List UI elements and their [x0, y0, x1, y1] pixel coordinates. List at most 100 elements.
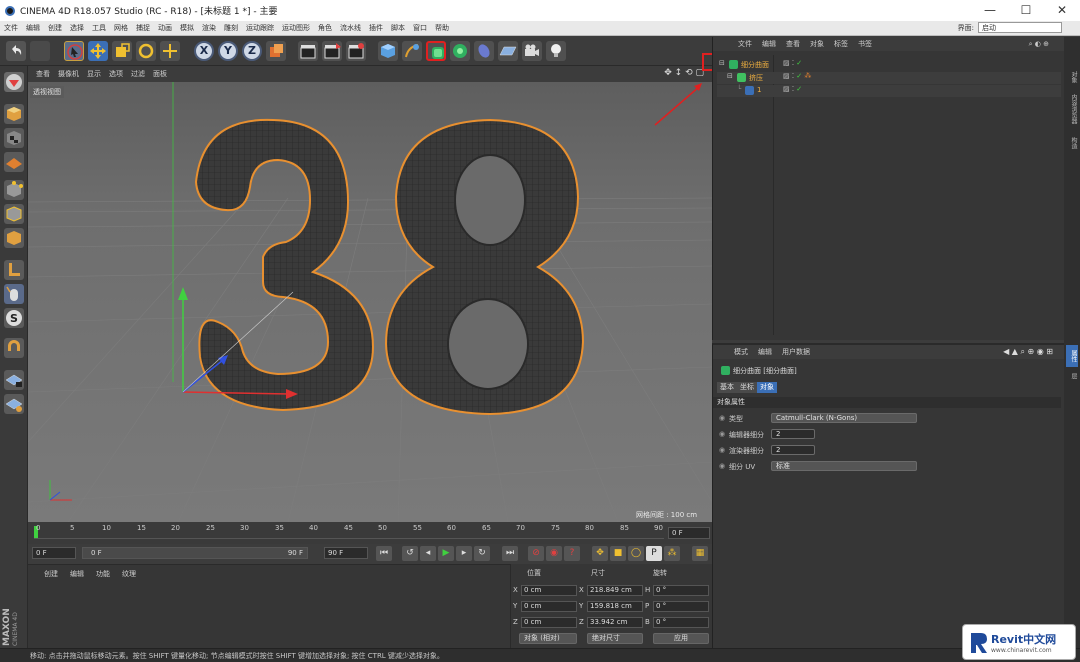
material-menu-create[interactable]: 创建 — [38, 569, 64, 579]
prev-frame-button[interactable]: ◂ — [420, 546, 436, 561]
menu-select[interactable]: 选择 — [66, 23, 88, 33]
rotate-button[interactable] — [136, 41, 156, 61]
tweak-mode-button[interactable] — [4, 284, 24, 304]
camera-button[interactable] — [522, 41, 542, 61]
object-row-text[interactable]: └ 1 ▨ ⁚ ✓ — [717, 85, 1061, 97]
cube-button[interactable] — [378, 41, 398, 61]
next-frame-button[interactable]: ▸ — [456, 546, 472, 561]
maximize-button[interactable]: ☐ — [1008, 0, 1044, 21]
menu-tools[interactable]: 工具 — [88, 23, 110, 33]
objmgr-search-icon[interactable]: ⌕ ◐ ⊕ — [1024, 40, 1054, 49]
expand-icon[interactable]: ⊟ — [719, 59, 725, 67]
menu-window[interactable]: 窗口 — [409, 23, 431, 33]
size-x-field[interactable]: 218.849 cm — [587, 585, 643, 596]
preview-range-slider[interactable]: 0 F 90 F — [82, 547, 308, 559]
tab-coordinates[interactable]: 坐标 — [737, 382, 757, 393]
menu-help[interactable]: 帮助 — [431, 23, 453, 33]
menu-pipeline[interactable]: 流水线 — [336, 23, 365, 33]
rot-h-field[interactable]: 0 ° — [653, 585, 709, 596]
tab-object[interactable]: 对象 — [757, 382, 777, 393]
play-button[interactable]: ▶ — [438, 546, 454, 561]
menu-file[interactable]: 文件 — [0, 23, 22, 33]
viewport-menu-filter[interactable]: 过滤 — [127, 69, 149, 79]
minimize-button[interactable]: — — [972, 0, 1008, 21]
viewport-menu-cameras[interactable]: 摄像机 — [54, 69, 83, 79]
prop-editor-subdiv-field[interactable]: 2 — [771, 429, 815, 439]
make-editable-button[interactable] — [4, 72, 24, 92]
record-button[interactable]: ⊘ — [528, 546, 544, 561]
key-help-button[interactable]: ? — [564, 546, 580, 561]
attrmgr-menu-userdata[interactable]: 用户数据 — [777, 347, 815, 357]
deformer-button[interactable] — [474, 41, 494, 61]
floor-button[interactable] — [498, 41, 518, 61]
current-frame-field[interactable]: 0 F — [668, 527, 710, 539]
y-axis-button[interactable]: Y — [218, 41, 238, 61]
render-view-button[interactable] — [298, 41, 318, 61]
prop-radio-icon[interactable]: ◉ — [719, 430, 725, 438]
prev-key-button[interactable]: ↺ — [402, 546, 418, 561]
viewport-menu-options[interactable]: 选项 — [105, 69, 127, 79]
end-frame-field[interactable]: 90 F — [324, 547, 368, 559]
z-axis-button[interactable]: Z — [242, 41, 262, 61]
subdivision-surface-button[interactable] — [426, 41, 446, 61]
vtab-layers[interactable]: 层 — [1066, 369, 1078, 383]
redo-button[interactable] — [30, 41, 50, 61]
cloner-button[interactable] — [450, 41, 470, 61]
prop-radio-icon[interactable]: ◉ — [719, 414, 725, 422]
menu-render[interactable]: 渲染 — [198, 23, 220, 33]
objmgr-menu-edit[interactable]: 编辑 — [757, 39, 781, 49]
timeline-window-button[interactable]: ▦ — [692, 546, 708, 561]
key-scale-button[interactable]: ■ — [610, 546, 626, 561]
menu-animate[interactable]: 动画 — [154, 23, 176, 33]
viewport-menu-panel[interactable]: 面板 — [149, 69, 171, 79]
workplane-options-button[interactable] — [4, 394, 24, 414]
render-settings-button[interactable] — [346, 41, 366, 61]
visibility-toggle[interactable]: ▨ ⁚ ✓ — [783, 85, 802, 93]
material-menu-edit[interactable]: 编辑 — [64, 569, 90, 579]
viewport-menu-display[interactable]: 显示 — [83, 69, 105, 79]
close-button[interactable]: ✕ — [1044, 0, 1080, 21]
prop-type-dropdown[interactable]: Catmull-Clark (N-Gons) — [771, 413, 917, 423]
size-y-field[interactable]: 159.818 cm — [587, 601, 643, 612]
tab-basic[interactable]: 基本 — [717, 382, 737, 393]
texture-mode-button[interactable] — [4, 128, 24, 148]
vtab-attributes[interactable]: 属性 — [1066, 345, 1078, 367]
axis-mode-button[interactable] — [4, 260, 24, 280]
pos-y-field[interactable]: 0 cm — [521, 601, 577, 612]
menu-mograph[interactable]: 运动图形 — [278, 23, 314, 33]
object-row-extrude[interactable]: ⊟ 挤压 ▨ ⁚ ✓ ⁂ — [717, 72, 1061, 84]
start-frame-field[interactable]: 0 F — [32, 547, 76, 559]
menu-snap[interactable]: 捕捉 — [132, 23, 154, 33]
rot-b-field[interactable]: 0 ° — [653, 617, 709, 628]
objmgr-menu-tags[interactable]: 标签 — [829, 39, 853, 49]
layout-dropdown[interactable]: 启动 — [978, 22, 1062, 33]
x-axis-button[interactable]: X — [194, 41, 214, 61]
key-position-button[interactable]: ✥ — [592, 546, 608, 561]
key-param-button[interactable]: P — [646, 546, 662, 561]
objmgr-menu-file[interactable]: 文件 — [733, 39, 757, 49]
menu-character[interactable]: 角色 — [314, 23, 336, 33]
menu-sculpt[interactable]: 雕刻 — [220, 23, 242, 33]
undo-button[interactable] — [6, 41, 26, 61]
menu-edit[interactable]: 编辑 — [22, 23, 44, 33]
menu-create[interactable]: 创建 — [44, 23, 66, 33]
menu-script[interactable]: 脚本 — [387, 23, 409, 33]
visibility-toggle[interactable]: ▨ ⁚ ✓ ⁂ — [783, 72, 811, 80]
scale-button[interactable] — [112, 41, 132, 61]
light-button[interactable] — [546, 41, 566, 61]
edges-mode-button[interactable] — [4, 204, 24, 224]
model-mode-button[interactable] — [4, 104, 24, 124]
menu-plugins[interactable]: 插件 — [365, 23, 387, 33]
lock-workplane-button[interactable] — [4, 370, 24, 390]
material-menu-texture[interactable]: 纹理 — [116, 569, 142, 579]
objmgr-menu-objects[interactable]: 对象 — [805, 39, 829, 49]
viewport-nav-icons[interactable]: ✥ ↕ ⟲ ▢ — [664, 68, 704, 78]
polygons-mode-button[interactable] — [4, 228, 24, 248]
snap-button[interactable]: S — [4, 308, 24, 328]
key-rotation-button[interactable]: ◯ — [628, 546, 644, 561]
vtab-content-browser[interactable]: 内容浏览器 — [1066, 91, 1078, 127]
move-button[interactable] — [88, 41, 108, 61]
attrmgr-menu-edit[interactable]: 编辑 — [753, 347, 777, 357]
coord-mode-dropdown[interactable]: 对象 (相对) — [519, 633, 577, 644]
coord-system-button[interactable] — [266, 41, 286, 61]
